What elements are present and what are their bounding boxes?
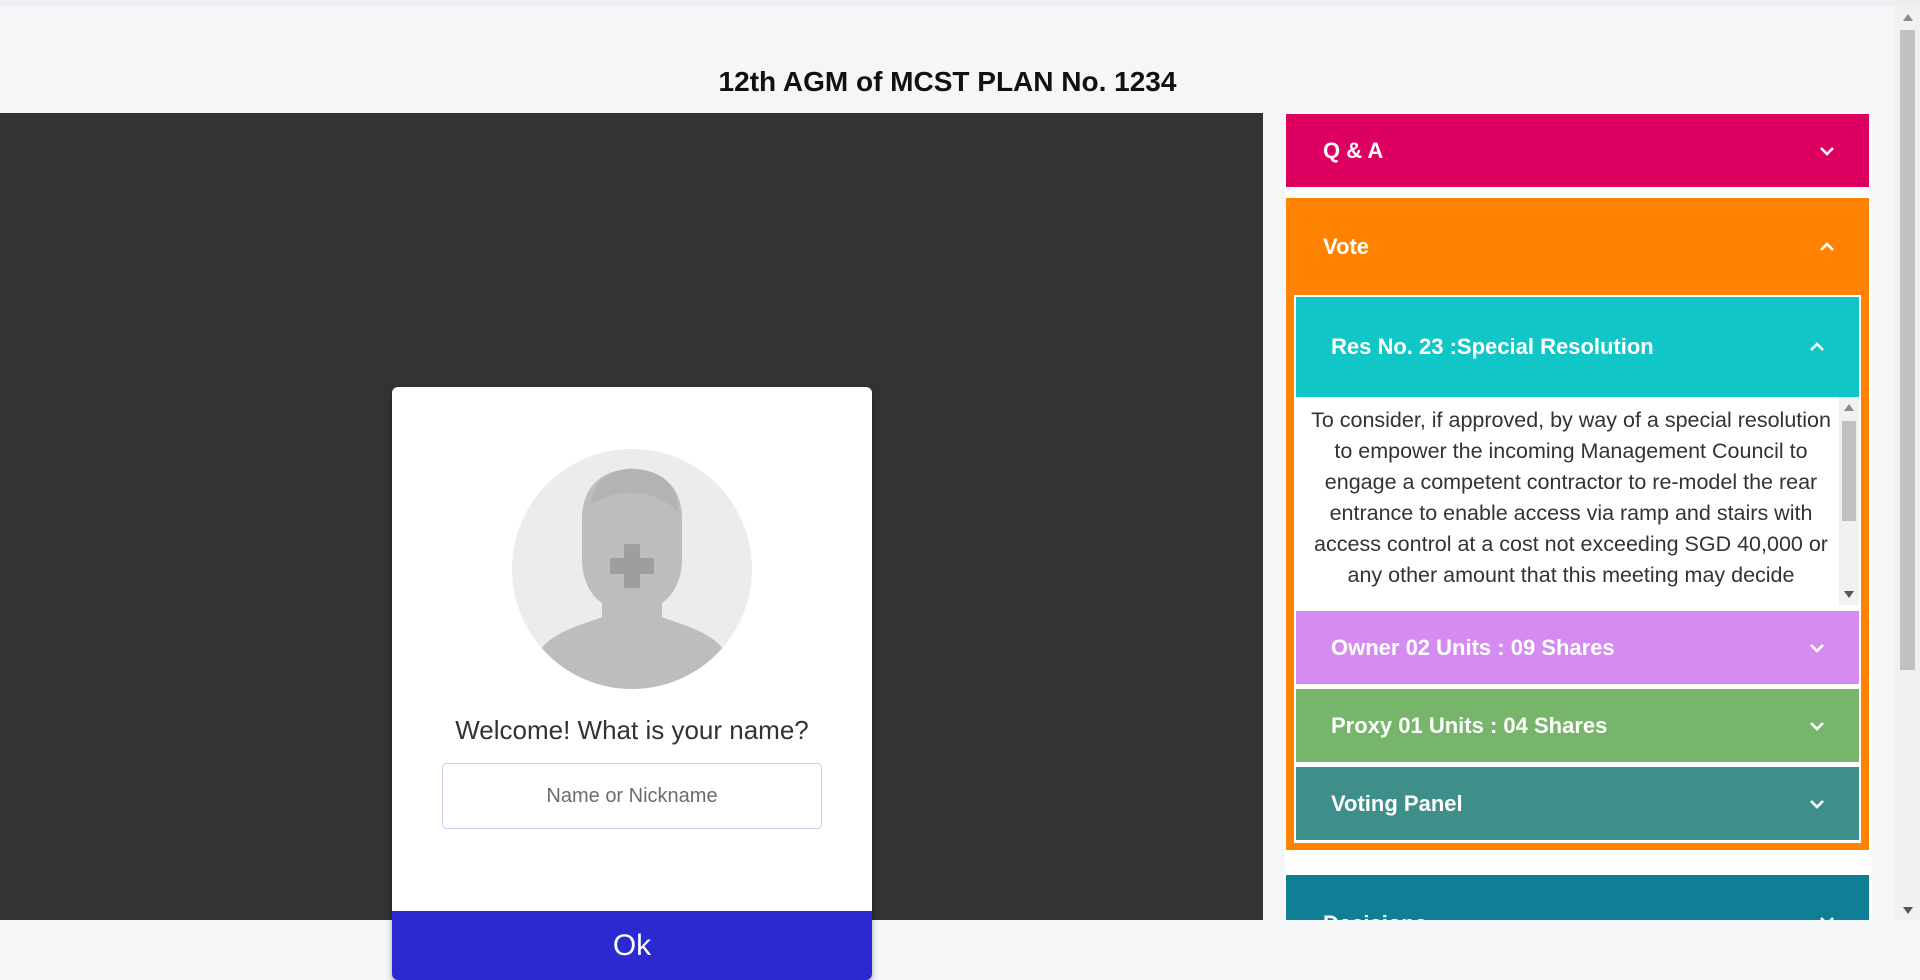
- sidebar-panel: Q & A Vote Res No. 23 :Special Resolutio…: [1285, 113, 1872, 920]
- chevron-down-icon: [1810, 643, 1824, 653]
- resolution-accordion-header[interactable]: Res No. 23 :Special Resolution: [1296, 297, 1859, 397]
- qa-label: Q & A: [1323, 137, 1384, 163]
- voting-panel-label: Voting Panel: [1331, 790, 1463, 816]
- scroll-up-arrow-icon[interactable]: [1903, 14, 1913, 21]
- vote-section: Vote Res No. 23 :Special Resolution To c…: [1286, 198, 1869, 850]
- resolution-label: Res No. 23 :Special Resolution: [1331, 334, 1654, 359]
- chevron-up-icon: [1810, 342, 1824, 351]
- decisions-accordion-header[interactable]: Decisions: [1286, 875, 1869, 920]
- scroll-down-arrow-icon[interactable]: [1903, 907, 1913, 914]
- scroll-down-arrow-icon[interactable]: [1844, 591, 1854, 598]
- welcome-text: Welcome! What is your name?: [455, 715, 809, 745]
- owner-accordion-header[interactable]: Owner 02 Units : 09 Shares: [1296, 611, 1859, 684]
- owner-label: Owner 02 Units : 09 Shares: [1331, 634, 1615, 660]
- page-title: 12th AGM of MCST PLAN No. 1234: [718, 66, 1177, 97]
- name-dialog: Welcome! What is your name? Ok: [392, 387, 872, 980]
- ok-button[interactable]: Ok: [392, 911, 872, 980]
- vote-content: Res No. 23 :Special Resolution To consid…: [1294, 295, 1861, 843]
- name-input[interactable]: [442, 763, 822, 829]
- decisions-label: Decisions: [1323, 911, 1427, 920]
- scroll-up-arrow-icon[interactable]: [1844, 404, 1854, 411]
- qa-accordion-header[interactable]: Q & A: [1286, 114, 1869, 187]
- resolution-scrollbar[interactable]: [1839, 397, 1859, 605]
- page-scrollbar-thumb[interactable]: [1900, 30, 1915, 670]
- avatar-placeholder-icon[interactable]: [512, 449, 752, 689]
- scrollbar-thumb[interactable]: [1842, 421, 1856, 521]
- chevron-down-icon: [1820, 917, 1834, 920]
- vote-label: Vote: [1323, 233, 1370, 259]
- vote-accordion-header[interactable]: Vote: [1286, 198, 1869, 295]
- video-area: Welcome! What is your name? Ok: [0, 113, 1263, 980]
- page-header: 12th AGM of MCST PLAN No. 1234: [0, 6, 1900, 113]
- resolution-text-box[interactable]: To consider, if approved, by way of a sp…: [1296, 397, 1859, 605]
- chevron-down-icon: [1810, 721, 1824, 731]
- proxy-label: Proxy 01 Units : 04 Shares: [1331, 712, 1608, 738]
- page-scrollbar[interactable]: [1895, 6, 1920, 920]
- chevron-down-icon: [1810, 799, 1824, 809]
- voting-panel-accordion-header[interactable]: Voting Panel: [1296, 767, 1859, 840]
- chevron-down-icon: [1820, 146, 1834, 156]
- proxy-accordion-header[interactable]: Proxy 01 Units : 04 Shares: [1296, 689, 1859, 762]
- resolution-text: To consider, if approved, by way of a sp…: [1311, 408, 1831, 587]
- chevron-up-icon: [1820, 241, 1834, 251]
